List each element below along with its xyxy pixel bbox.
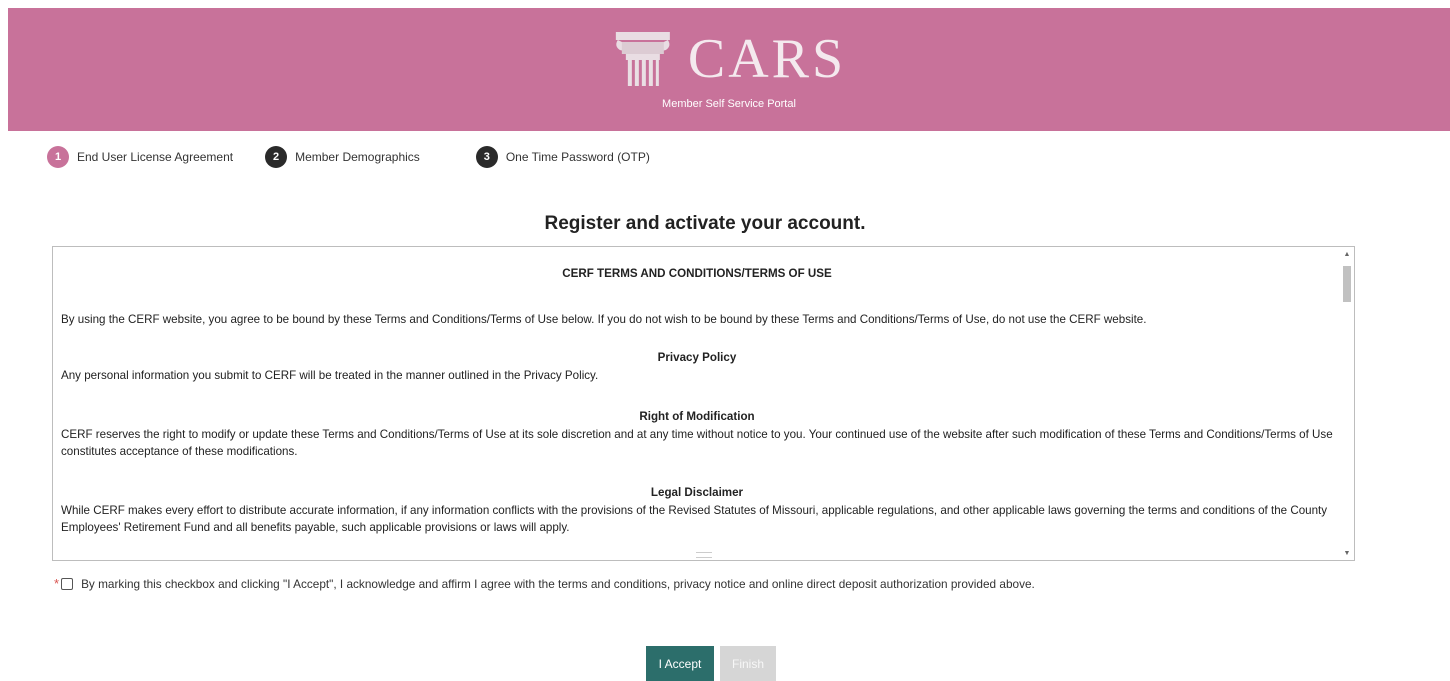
scroll-down-icon[interactable]: ▼ <box>1341 547 1353 559</box>
step-number: 3 <box>475 146 498 168</box>
column-capital-icon <box>615 32 670 86</box>
step-otp: 3 One Time Password (OTP) <box>475 146 650 168</box>
accept-button[interactable]: I Accept <box>646 646 714 681</box>
terms-scrollbar[interactable]: ▲ ▼ <box>1341 248 1353 559</box>
section-heading-modification: Right of Modification <box>639 410 755 423</box>
resize-grip-icon[interactable] <box>695 552 712 558</box>
agreement-row: * By marking this checkbox and clicking … <box>54 576 1035 591</box>
section-body-disclaimer: While CERF makes every effort to distrib… <box>61 504 1328 534</box>
scrollbar-thumb[interactable] <box>1343 266 1351 302</box>
portal-subtitle: Member Self Service Portal <box>662 98 796 110</box>
section-body-modification: CERF reserves the right to modify or upd… <box>61 428 1333 458</box>
scroll-up-icon[interactable]: ▲ <box>1341 248 1353 260</box>
step-label: Member Demographics <box>295 150 420 164</box>
logo: CARS <box>612 30 846 88</box>
logo-text: CARS <box>687 28 847 90</box>
terms-title: CERF TERMS AND CONDITIONS/TERMS OF USE <box>562 267 832 280</box>
page-title: Register and activate your account. <box>544 213 866 234</box>
action-buttons: I Accept Finish <box>646 646 776 681</box>
agreement-text: By marking this checkbox and clicking "I… <box>81 576 1035 591</box>
agree-checkbox[interactable] <box>61 577 74 590</box>
step-demographics: 2 Member Demographics <box>265 146 420 168</box>
section-body-privacy: Any personal information you submit to C… <box>61 369 599 382</box>
step-number: 1 <box>47 146 69 168</box>
required-marker: * <box>54 576 60 591</box>
step-label: End User License Agreement <box>77 150 234 164</box>
step-eula: 1 End User License Agreement <box>47 146 233 168</box>
terms-scroll-box[interactable]: CERF TERMS AND CONDITIONS/TERMS OF USE B… <box>52 246 1355 561</box>
header-banner: CARS Member Self Service Portal <box>8 8 1450 131</box>
section-heading-disclaimer: Legal Disclaimer <box>650 486 744 499</box>
terms-intro: By using the CERF website, you agree to … <box>61 313 1147 326</box>
step-number: 2 <box>265 146 288 168</box>
finish-button[interactable]: Finish <box>720 646 776 681</box>
wizard-steps: 1 End User License Agreement 2 Member De… <box>47 146 650 168</box>
section-heading-privacy: Privacy Policy <box>657 351 737 364</box>
step-label: One Time Password (OTP) <box>505 150 650 164</box>
